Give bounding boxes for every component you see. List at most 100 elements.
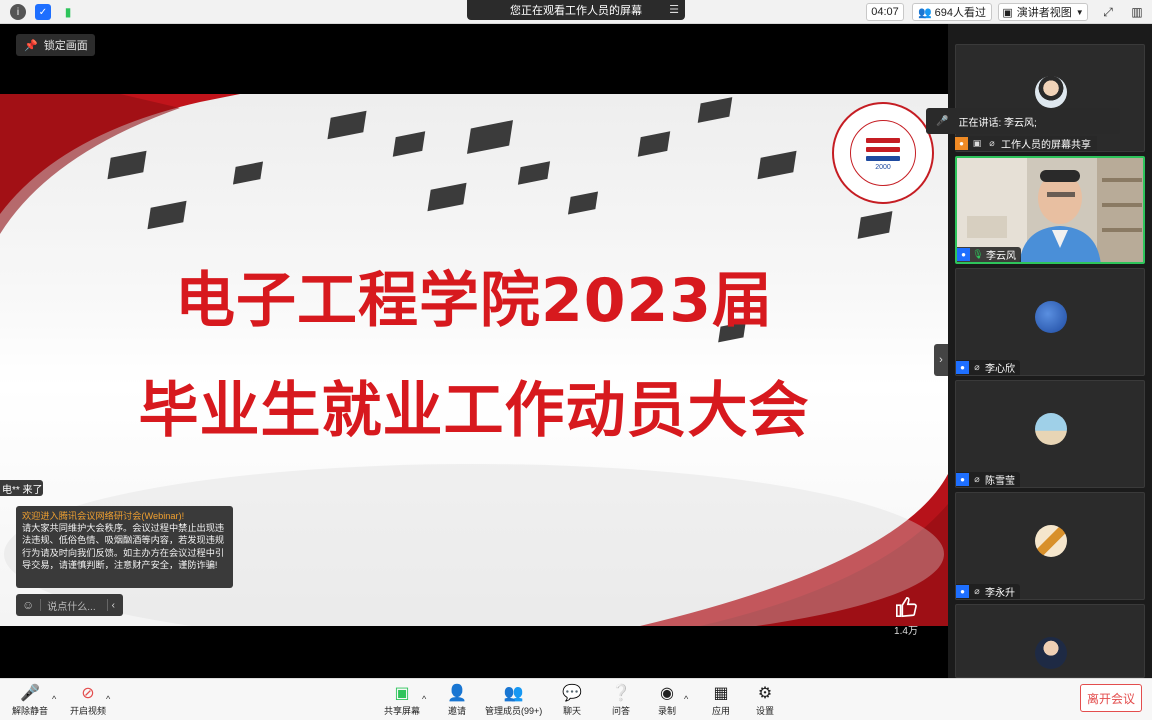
record-label: 录制 [657,706,676,716]
viewers-label: 694人看过 [934,7,987,19]
leave-meeting-button[interactable]: 离开会议 [1080,684,1142,712]
invite-label: 邀请 [447,706,466,716]
like-count: 1.4万 [894,626,918,637]
shield-icon[interactable]: ✓ [35,4,51,20]
video-off-icon: ⊘ [81,685,95,702]
chevron-up-icon[interactable]: ^ [422,694,426,704]
mic-muted-icon: 🎤 [936,115,949,127]
chevron-left-icon[interactable]: ‹ [112,600,115,611]
participant-name-tag: ● ⌀ 李永升 [956,584,1020,599]
chat-input[interactable]: 说点什么... [47,598,102,613]
mic-muted-icon: ⌀ [974,474,980,484]
user-icon: ● [956,473,969,486]
signal-icon[interactable]: ▮ [60,4,76,20]
apps-button[interactable]: ▦ 应用 [710,684,732,717]
participant-tile-speaker[interactable]: ● 🎙 李云风 [955,156,1145,264]
mic-muted-icon: ⌀ [989,138,995,148]
view-mode-label: 演讲者视图 [1016,7,1072,19]
info-icon[interactable]: i [10,4,26,20]
join-notification: 电** 来了 [0,480,43,496]
participant-name: 陈雪莹 [985,476,1015,487]
share-screen-icon: ▣ [394,685,410,702]
record-icon: ◉ [660,685,674,702]
settings-label: 设置 [755,706,774,716]
question-icon: ❔ [611,685,631,702]
participant-name: 李心欣 [985,364,1015,375]
avatar [1035,525,1067,557]
avatar [1035,413,1067,445]
invite-button[interactable]: 👤 邀请 [446,684,468,717]
participant-name-tag: ● ⌀ 李心欣 [956,360,1020,375]
user-icon: ● [956,361,969,374]
avatar [1035,301,1067,333]
notice-body: 请大家共同维护大会秩序。会议过程中禁止出现违法违规、低俗色情、吸烟酗酒等内容，若… [22,523,225,570]
chat-label: 聊天 [562,706,581,716]
chevron-up-icon[interactable]: ^ [52,694,56,704]
emoji-icon[interactable]: ☺ [22,598,34,612]
lock-screen-button[interactable]: 📌 锁定画面 [16,34,95,56]
chevron-up-icon[interactable]: ^ [106,694,110,704]
participant-name-tag: ● 🎙 李云风 [957,247,1021,262]
viewers-count[interactable]: 👥 694人看过 [912,3,992,21]
menu-icon[interactable]: ☰ [669,3,679,16]
speaking-text: 正在讲话: 李云风; [958,117,1037,129]
participant-tile[interactable] [955,604,1145,678]
like-button[interactable] [894,596,918,623]
college-logo: 2000 [832,102,934,204]
apps-label: 应用 [711,706,730,716]
chevron-right-icon: › [939,354,943,366]
pin-icon: 📌 [24,39,38,52]
chat-button[interactable]: 💬 聊天 [561,684,583,717]
fullscreen-icon[interactable]: ⤢ [1099,3,1117,21]
avatar [1035,76,1067,108]
participant-tile[interactable]: ● ⌀ 李永升 [955,492,1145,600]
share-label: 工作人员的屏幕共享 [1001,140,1091,151]
settings-button[interactable]: ⚙ 设置 [754,684,776,717]
chevron-up-icon[interactable]: ^ [684,694,688,704]
notice-title: 欢迎进入腾讯会议网络研讨会(Webinar)! [22,511,185,521]
layout-icon: ▣ [1002,6,1013,19]
participant-name: 李云风 [986,251,1016,262]
record-button[interactable]: ◉ 录制 [656,684,678,717]
unmute-button[interactable]: 🎤 解除静音 [12,684,48,717]
speaking-indicator: 🎤 正在讲话: 李云风; [926,108,1120,134]
share-screen-label: 共享屏幕 [384,706,421,716]
chat-icon: 💬 [562,685,582,702]
screen-share-tag: ● ▣ ⌀ 工作人员的屏幕共享 [955,136,1097,151]
manage-members-button[interactable]: 👥 管理成员(99+) [485,684,542,717]
share-screen-button[interactable]: ▣ 共享屏幕 [384,684,420,717]
unmute-label: 解除静音 [12,706,49,716]
qa-label: 问答 [611,706,630,716]
chat-input-bar[interactable]: ☺ 说点什么... ‹ [16,594,123,616]
meeting-timer: 04:07 [866,3,904,21]
gear-icon: ⚙ [757,685,773,702]
members-icon: 👥 [503,685,524,702]
slide-title-line1: 电子工程学院2023届 [175,266,773,336]
viewing-banner: 您正在观看工作人员的屏幕 ☰ [467,0,685,20]
sidebar-toggle-icon[interactable]: ▥ [1128,3,1146,21]
participant-tile[interactable]: ● ⌀ 李心欣 [955,268,1145,376]
people-icon: 👥 [917,6,932,19]
apps-icon: ▦ [713,685,729,702]
chat-notice: 欢迎进入腾讯会议网络研讨会(Webinar)! 请大家共同维护大会秩序。会议过程… [16,506,233,588]
start-video-label: 开启视频 [70,706,107,716]
college-emblem: 2000 [850,120,916,186]
user-icon: ● [955,137,968,150]
screen-share-icon: ▣ [972,138,982,148]
top-bar: i ✓ ▮ 您正在观看工作人员的屏幕 ☰ 04:07 👥 694人看过 ▣ 演讲… [0,0,1152,24]
manage-members-label: 管理成员(99+) [485,706,543,716]
mic-muted-icon: 🎤 [20,685,40,702]
mic-muted-icon: ⌀ [974,362,980,372]
participant-name-tag: ● ⌀ 陈雪莹 [956,472,1020,487]
qa-button[interactable]: ❔ 问答 [610,684,632,717]
mic-muted-icon: ⌀ [974,586,980,596]
mic-active-icon: 🎙 [972,249,984,259]
chevron-down-icon: ▼ [1075,7,1084,17]
start-video-button[interactable]: ⊘ 开启视频 [70,684,106,717]
slide-title-line2: 毕业生就业工作动员大会 [138,376,810,446]
add-user-icon: 👤 [447,685,467,702]
view-mode-select[interactable]: ▣ 演讲者视图 ▼ [998,3,1088,21]
participant-tile[interactable]: ● ⌀ 陈雪莹 [955,380,1145,488]
collapse-sidebar-button[interactable]: › [934,344,948,376]
user-icon: ● [956,585,969,598]
